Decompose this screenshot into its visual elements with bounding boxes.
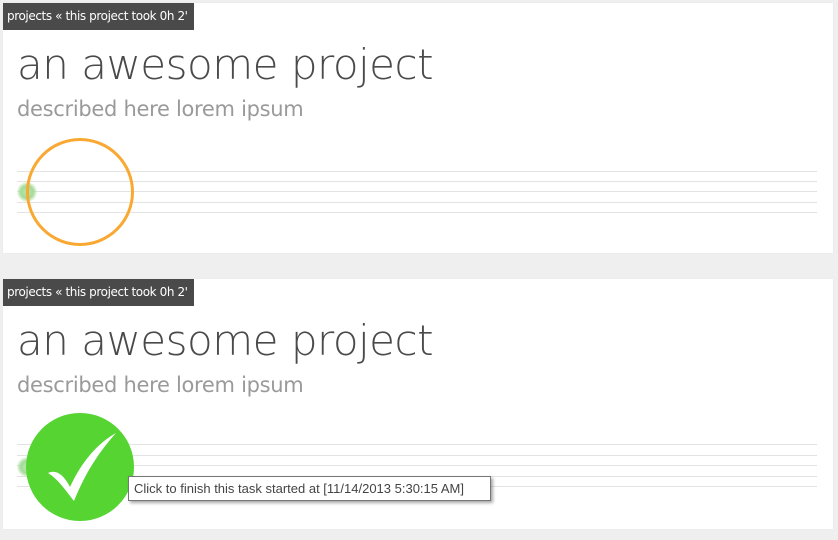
progress-ring-icon[interactable] [26, 138, 134, 246]
timeline-line [17, 191, 817, 192]
timeline-line [17, 465, 817, 466]
breadcrumb[interactable]: projects « this project took 0h 2' [3, 3, 194, 30]
checkmark-icon [48, 433, 116, 501]
timeline-line [17, 202, 817, 203]
timeline-line [17, 212, 817, 213]
timeline-line [17, 444, 817, 445]
project-description: described here lorem ipsum [17, 373, 304, 397]
timeline-line [17, 171, 817, 172]
project-description: described here lorem ipsum [17, 97, 304, 121]
tooltip: Click to finish this task started at [11… [128, 476, 491, 501]
project-title: an awesome project [17, 40, 434, 89]
finish-task-button[interactable] [26, 413, 134, 521]
project-title: an awesome project [17, 316, 434, 365]
breadcrumb[interactable]: projects « this project took 0h 2' [3, 279, 194, 306]
timeline-line [17, 181, 817, 182]
project-card: projects « this project took 0h 2' an aw… [3, 3, 833, 253]
timeline-line [17, 455, 817, 456]
